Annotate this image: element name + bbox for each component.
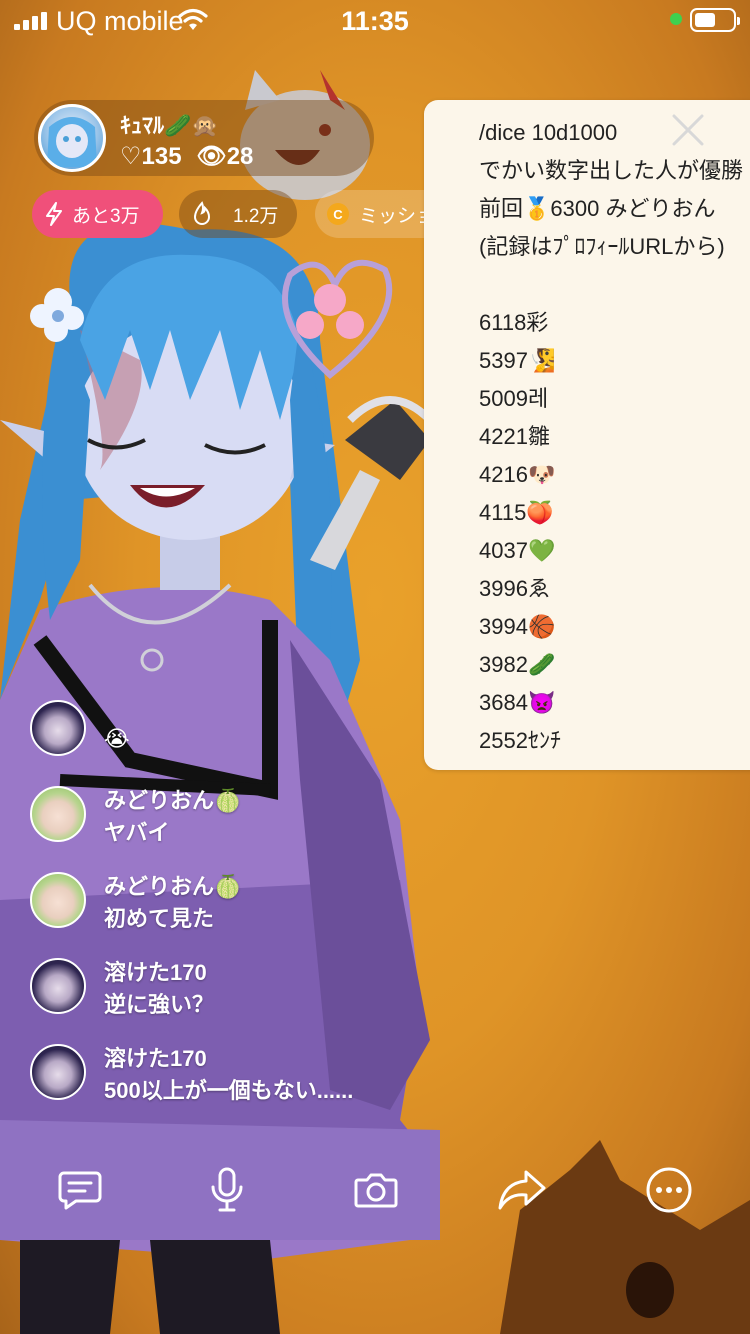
dice-result-row: 3994🏀 xyxy=(479,614,556,639)
commenter-name: みどりおん🍈 xyxy=(104,788,242,813)
dice-result-row: 4216🐶 xyxy=(479,462,556,487)
privacy-indicator-dot xyxy=(670,13,682,25)
comment-text: 500以上が一個もない...... xyxy=(104,1078,354,1103)
camera-button[interactable] xyxy=(346,1160,406,1220)
comment-text: ヤバイ xyxy=(104,820,170,845)
panel-header-line: 前回🥇6300 みどりおん xyxy=(479,196,716,221)
chat-comment: 溶けた170 500以上が一個もない...... xyxy=(30,1044,353,1108)
battery-icon xyxy=(690,8,740,32)
bottom-toolbar xyxy=(0,1150,750,1230)
microphone-icon xyxy=(211,1167,243,1212)
dice-result-row: 3982🥒 xyxy=(479,652,556,677)
commenter-name: 溶けた170 xyxy=(104,960,207,985)
chat-comment: 溶けた170 逆に強い？ xyxy=(30,958,214,1022)
dice-result-row: 5397🧏 xyxy=(479,348,556,373)
commenter-avatar[interactable] xyxy=(30,700,86,756)
dice-ranking-panel: /dice 10d1000 でかい数字出した人が優勝 前回🥇6300 みどりおん (記… xyxy=(424,100,750,770)
panel-header-line: (記録はﾌﾟﾛﾌｨｰﾙURLから) xyxy=(479,234,725,259)
dice-result-row: 5009레 xyxy=(479,386,549,411)
goal-pill[interactable]: あと3万 xyxy=(32,190,163,238)
ranking-pill-label: 1.2万 xyxy=(233,205,279,227)
status-time: 11:35 xyxy=(341,6,409,36)
share-button[interactable] xyxy=(492,1160,552,1220)
comment-icon xyxy=(58,1171,102,1210)
comment-text: 初めて見た xyxy=(104,906,215,931)
dice-result-row: 4115🍑 xyxy=(479,500,554,525)
share-icon xyxy=(498,1170,546,1210)
comment-text: 😭 xyxy=(104,726,130,751)
status-bar: UQ mobile 11:35 xyxy=(0,0,750,40)
host-profile-card[interactable]: ｷｭﾏﾙ🥒🙊 ♡135 👁28 xyxy=(34,100,374,176)
panel-text: /dice 10d1000 でかい数字出した人が優勝 前回🥇6300 みどりおん (記… xyxy=(479,114,743,760)
panel-spacer xyxy=(479,266,743,304)
coin-icon: C xyxy=(327,203,349,225)
commenter-avatar[interactable] xyxy=(30,958,86,1014)
panel-header-line: でかい数字出した人が優勝 xyxy=(479,158,744,183)
more-options-button[interactable] xyxy=(639,1160,699,1220)
host-avatar-image xyxy=(47,117,97,167)
host-avatar[interactable] xyxy=(38,104,106,172)
flame-icon xyxy=(191,201,213,227)
host-name: ｷｭﾏﾙ🥒🙊 xyxy=(120,113,219,138)
host-stats: ♡135 👁28 xyxy=(120,142,253,171)
dice-result-row: 4037💚 xyxy=(479,538,556,563)
dice-result-row: 4221雛 xyxy=(479,424,550,449)
dice-result-row: 3996ゑ xyxy=(479,576,550,601)
dice-result-row: 2552ｾﾝﾁ xyxy=(479,728,561,753)
comment-button[interactable] xyxy=(50,1160,110,1220)
more-icon xyxy=(646,1167,692,1213)
panel-header-line: /dice 10d1000 xyxy=(479,120,618,145)
chat-comment: みどりおん🍈 ヤバイ xyxy=(30,786,241,850)
microphone-button[interactable] xyxy=(197,1160,257,1220)
commenter-name: 溶けた170 xyxy=(104,1046,207,1071)
chat-comment: 😭 xyxy=(30,700,130,756)
ranking-pill[interactable]: 1.2万 xyxy=(179,190,297,238)
goal-pill-label: あと3万 xyxy=(72,205,140,227)
commenter-avatar[interactable] xyxy=(30,1044,86,1100)
commenter-avatar[interactable] xyxy=(30,872,86,928)
dice-result-row: 3684👿 xyxy=(479,690,556,715)
comment-text: 逆に強い？ xyxy=(104,992,215,1017)
dice-result-row: 6118彩 xyxy=(479,310,549,335)
chat-comment: みどりおん🍈 初めて見た xyxy=(30,872,241,936)
viewer-count: 👁28 xyxy=(196,143,254,170)
lightning-icon xyxy=(44,202,64,226)
commenter-avatar[interactable] xyxy=(30,786,86,842)
commenter-name: みどりおん🍈 xyxy=(104,874,242,899)
camera-icon xyxy=(354,1173,398,1208)
like-count: ♡135 xyxy=(120,143,182,170)
